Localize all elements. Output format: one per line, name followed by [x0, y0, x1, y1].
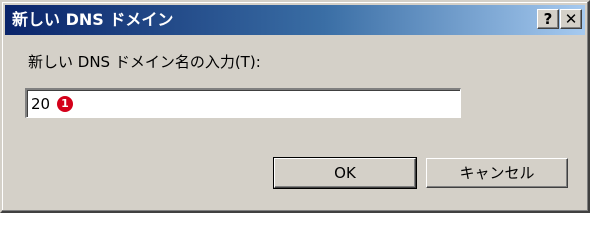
close-icon[interactable]: ✕	[560, 9, 582, 29]
dns-domain-dialog: 新しい DNS ドメイン ? ✕ 新しい DNS ドメイン名の入力(T): 20…	[0, 0, 590, 213]
domain-name-label: 新しい DNS ドメイン名の入力(T):	[28, 53, 261, 71]
cancel-button[interactable]: キャンセル	[426, 158, 568, 188]
title-bar[interactable]: 新しい DNS ドメイン ? ✕	[5, 5, 585, 35]
window-title: 新しい DNS ドメイン	[12, 10, 174, 29]
help-icon[interactable]: ?	[537, 9, 559, 29]
domain-name-input[interactable]: 20 1	[25, 88, 461, 118]
domain-name-input-value: 20	[31, 95, 51, 113]
ok-button[interactable]: OK	[273, 157, 417, 189]
annotation-marker: 1	[57, 96, 73, 112]
